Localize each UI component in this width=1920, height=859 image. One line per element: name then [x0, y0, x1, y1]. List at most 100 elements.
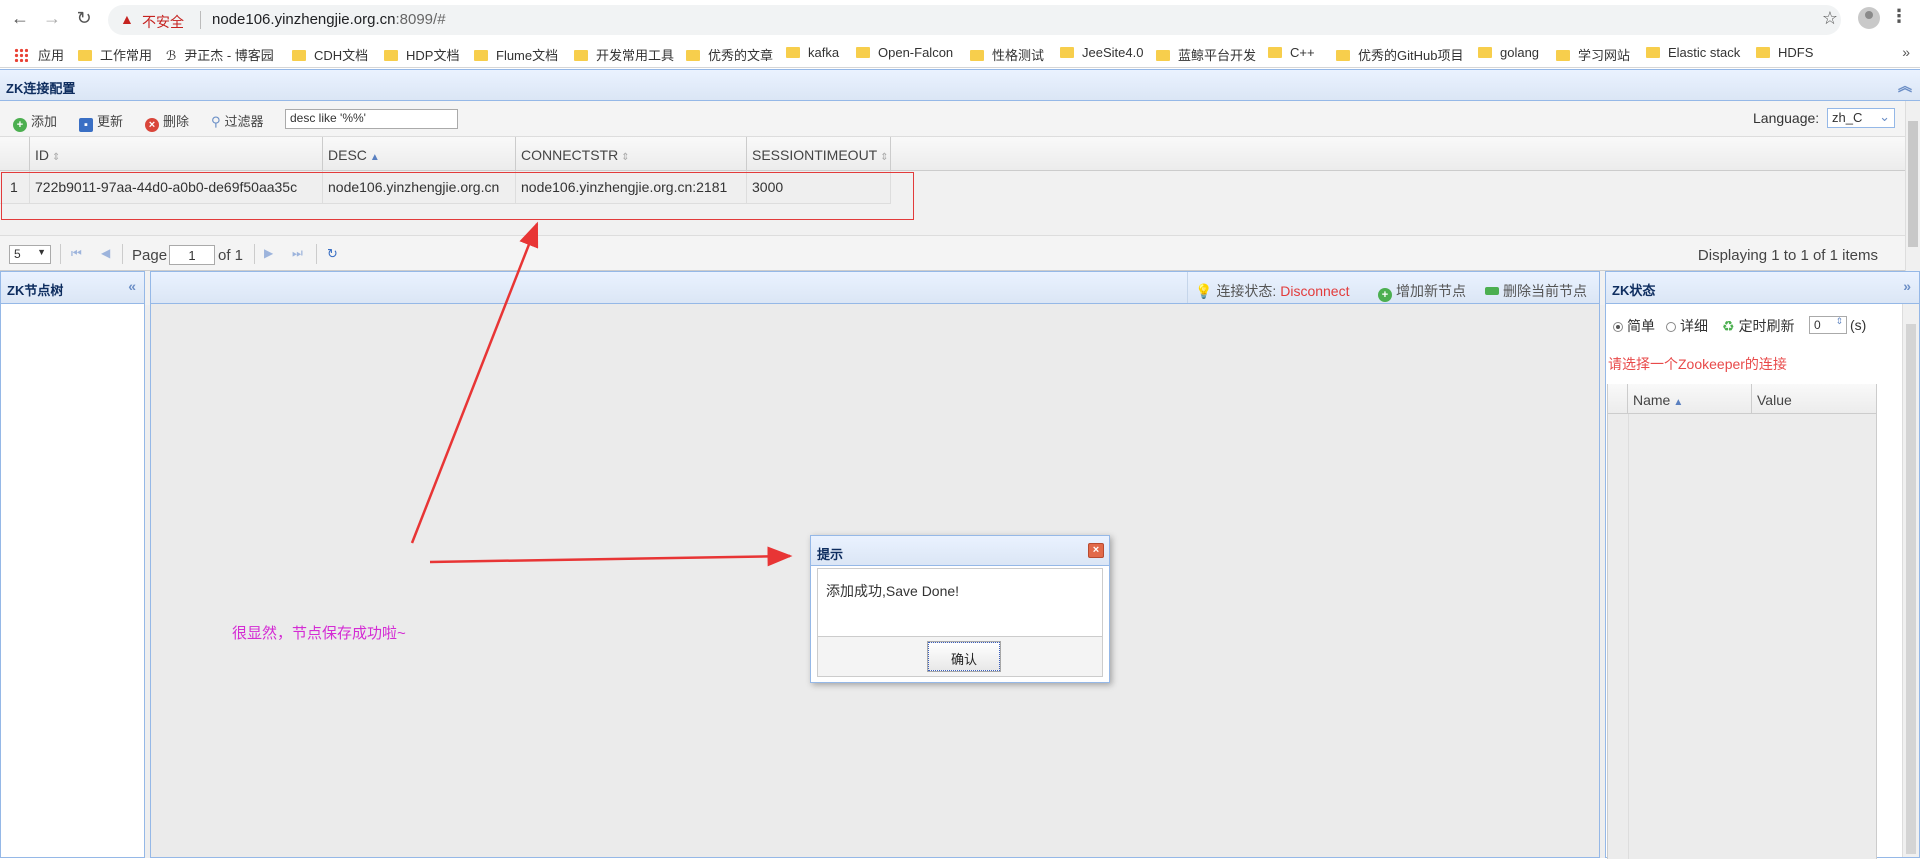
pager-separator — [316, 244, 317, 264]
last-page-icon[interactable]: ⏭ — [292, 246, 303, 261]
scrollbar-thumb[interactable] — [1906, 324, 1916, 854]
bookmark-label: C++ — [1290, 45, 1315, 60]
bookmark-item[interactable]: 学习网站 — [1556, 45, 1630, 64]
forward-arrow-icon[interactable]: → — [40, 6, 64, 30]
profile-avatar-icon[interactable] — [1858, 7, 1880, 29]
folder-icon — [1646, 47, 1660, 58]
config-scrollbar[interactable] — [1905, 101, 1920, 271]
bookmark-item[interactable]: 蓝鲸平台开发 — [1156, 45, 1256, 64]
back-arrow-icon[interactable]: ← — [8, 6, 32, 30]
column-header-desc[interactable]: DESC ▲ — [323, 137, 516, 171]
bookmark-item[interactable]: Open-Falcon — [856, 45, 953, 60]
grid-divider — [1628, 414, 1629, 859]
radio-unchecked-icon — [1666, 322, 1676, 332]
add-button[interactable]: + 添加 — [13, 111, 57, 132]
browser-toolbar: ← → ↻ ▲ 不安全 node106.yinzhengjie.org.cn:8… — [0, 0, 1920, 36]
scrollbar-thumb[interactable] — [1908, 121, 1918, 247]
column-label: SESSIONTIMEOUT — [752, 147, 878, 163]
bookmark-star-icon[interactable]: ☆ — [1822, 8, 1838, 29]
search-icon: ⚲ — [211, 114, 221, 129]
bookmark-item[interactable]: 性格测试 — [970, 45, 1044, 64]
bookmark-item[interactable]: Elastic stack — [1646, 45, 1740, 60]
folder-icon — [78, 50, 92, 61]
language-select[interactable]: zh_C ⌄ — [1827, 108, 1895, 128]
page-size-select[interactable]: 5 ▼ — [9, 245, 51, 264]
bookmark-item[interactable]: CDH文档 — [292, 45, 368, 64]
column-label: DESC — [328, 147, 367, 163]
bookmark-item[interactable]: golang — [1478, 45, 1539, 60]
column-header-id[interactable]: ID ⇕ — [30, 137, 323, 171]
panel-title: ZK状态 — [1612, 283, 1656, 298]
spinner-arrows-icon[interactable]: ⇕ — [1835, 316, 1843, 327]
pager-separator — [60, 244, 61, 264]
delete-node-button[interactable]: 删除当前节点 — [1485, 281, 1587, 301]
bookmark-item[interactable]: C++ — [1268, 45, 1315, 60]
detail-radio[interactable]: 详细 — [1666, 316, 1708, 336]
url-host: node106.yinzhengjie.org.cn — [212, 11, 396, 28]
zk-tree-panel: ZK节点树 « — [0, 271, 145, 858]
zk-config-panel-header: ZK连接配置 ︽ — [0, 69, 1920, 101]
bookmark-item[interactable]: 开发常用工具 — [574, 45, 674, 64]
bookmark-label: golang — [1500, 45, 1540, 60]
menu-kebab-icon[interactable]: ⋮ — [1890, 6, 1908, 27]
add-icon: + — [1378, 288, 1392, 302]
address-bar[interactable]: ▲ 不安全 node106.yinzhengjie.org.cn:8099/# — [108, 5, 1841, 35]
panel-title: ZK节点树 — [7, 283, 64, 298]
first-page-icon[interactable]: ⏮ — [71, 246, 82, 261]
add-label: 添加 — [31, 114, 58, 129]
delete-button[interactable]: × 删除 — [145, 111, 189, 132]
bookmark-item[interactable]: 工作常用 — [78, 45, 152, 64]
collapse-left-icon[interactable]: « — [128, 278, 136, 294]
header-divider — [1187, 272, 1188, 303]
next-page-icon[interactable]: ▶ — [264, 246, 273, 260]
bookmark-item[interactable]: ℬ 尹正杰 - 博客园 — [166, 45, 274, 64]
simple-radio[interactable]: 简单 — [1613, 316, 1655, 336]
row-number-header — [0, 137, 30, 171]
bookmark-item[interactable]: JeeSite4.0 — [1060, 45, 1143, 60]
add-node-button[interactable]: + 增加新节点 — [1378, 281, 1466, 302]
recycle-icon: ♻ — [1722, 318, 1735, 334]
bookmark-item[interactable]: 优秀的GitHub项目 — [1336, 45, 1463, 64]
column-header-value[interactable]: Value — [1752, 384, 1876, 414]
prev-page-icon[interactable]: ◀ — [101, 246, 110, 260]
radio-label: 简单 — [1627, 318, 1655, 334]
bookmarks-overflow-icon[interactable]: » — [1902, 44, 1910, 60]
row-number-header — [1608, 384, 1628, 414]
status-scrollbar[interactable] — [1902, 304, 1919, 857]
bookmark-label: Flume文档 — [496, 48, 559, 63]
filter-input[interactable]: desc like '%%' — [285, 109, 458, 129]
refresh-icon[interactable]: ↻ — [327, 246, 338, 262]
language-value: zh_C — [1832, 110, 1863, 125]
bookmark-item[interactable]: HDFS — [1756, 45, 1813, 60]
update-button[interactable]: ▪ 更新 — [79, 111, 123, 132]
sort-icon: ⇕ — [880, 152, 889, 163]
column-label: ID — [35, 147, 49, 163]
folder-icon — [1556, 50, 1570, 61]
column-header-name[interactable]: Name ▲ — [1628, 384, 1752, 414]
bookmark-item[interactable]: 优秀的文章 — [686, 45, 773, 64]
folder-icon — [1060, 47, 1074, 58]
column-header-connectstr[interactable]: CONNECTSTR ⇕ — [516, 137, 747, 171]
filter-button[interactable]: ⚲ 过滤器 — [211, 111, 264, 130]
confirm-button[interactable]: 确认 — [927, 641, 1001, 672]
bookmark-item[interactable]: HDP文档 — [384, 45, 459, 64]
bookmark-label: HDFS — [1778, 45, 1814, 60]
language-label: Language: — [1753, 110, 1820, 126]
bookmark-item[interactable]: kafka — [786, 45, 839, 60]
bookmark-label: 应用 — [38, 48, 65, 63]
column-header-sessiontimeout[interactable]: SESSIONTIMEOUT ⇕ — [747, 137, 891, 171]
page-number-input[interactable]: 1 — [169, 245, 215, 265]
collapse-up-icon[interactable]: ︽ — [1898, 76, 1912, 96]
collapse-right-icon[interactable]: » — [1903, 278, 1911, 294]
bookmark-item[interactable]: Flume文档 — [474, 45, 558, 64]
folder-icon — [786, 47, 800, 58]
remove-icon — [1485, 287, 1499, 295]
bookmark-label: Elastic stack — [1668, 45, 1741, 60]
bookmark-apps[interactable]: 应用 — [14, 45, 64, 64]
update-label: 更新 — [97, 114, 124, 129]
bookmark-label: 开发常用工具 — [596, 48, 675, 63]
refresh-interval-spinner[interactable]: 0 ⇕ — [1809, 316, 1847, 334]
close-icon[interactable]: × — [1088, 543, 1104, 558]
dialog-footer: 确认 — [817, 637, 1103, 677]
reload-icon[interactable]: ↻ — [72, 6, 96, 30]
